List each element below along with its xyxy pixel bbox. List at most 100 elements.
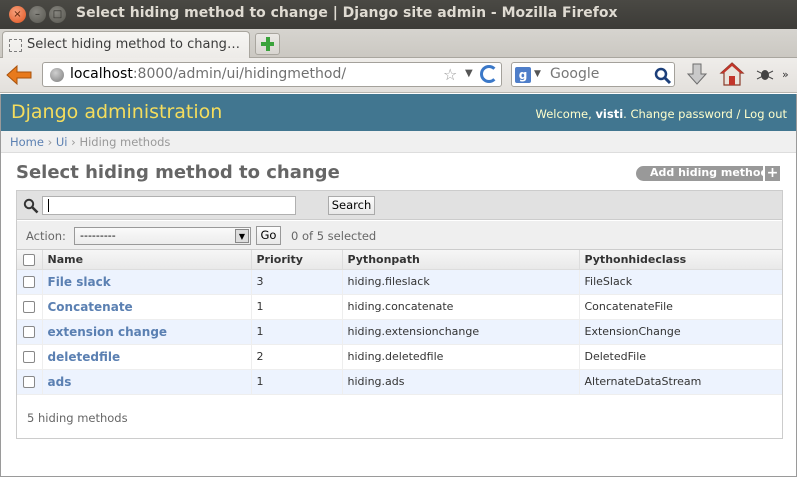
row-checkbox[interactable] bbox=[23, 326, 35, 338]
chevron-down-icon[interactable]: ▼ bbox=[235, 229, 249, 243]
search-icon bbox=[23, 198, 39, 214]
pythonhideclass-cell: FileSlack bbox=[578, 269, 782, 295]
action-select[interactable]: --------- ▼ bbox=[74, 227, 251, 245]
django-header: Django administration Welcome, visti. Ch… bbox=[0, 94, 797, 131]
window-close-button[interactable]: × bbox=[9, 6, 26, 23]
go-button[interactable]: Go bbox=[256, 226, 281, 245]
add-button-label: Add hiding method bbox=[650, 166, 769, 179]
column-header-pythonhideclass[interactable]: Pythonhideclass bbox=[578, 250, 782, 270]
search-engine-dropdown-icon[interactable]: ▼ bbox=[534, 69, 541, 79]
url-bar[interactable]: localhost:8000/admin/ui/hidingmethod/ ☆ … bbox=[42, 62, 502, 87]
table-row: Concatenate 1 hiding.concatenate Concate… bbox=[17, 294, 782, 320]
globe-icon bbox=[50, 68, 64, 82]
column-header-pythonpath[interactable]: Pythonpath bbox=[341, 250, 579, 270]
name-cell: extension change bbox=[41, 319, 251, 345]
search-button[interactable]: Search bbox=[328, 196, 375, 215]
row-select-cell bbox=[17, 344, 42, 370]
select-all-header bbox=[17, 250, 42, 270]
selection-counter: 0 of 5 selected bbox=[291, 229, 377, 243]
table-row: extension change 1 hiding.extensionchang… bbox=[17, 319, 782, 345]
name-cell: Concatenate bbox=[41, 294, 251, 320]
search-bar[interactable]: g ▼ Google bbox=[511, 62, 675, 87]
navigation-toolbar: localhost:8000/admin/ui/hidingmethod/ ☆ … bbox=[0, 58, 797, 93]
window-titlebar: × – □ Select hiding method to change | D… bbox=[0, 0, 797, 29]
pythonpath-cell: hiding.ads bbox=[341, 369, 579, 395]
back-arrow-icon[interactable] bbox=[6, 65, 32, 85]
select-all-checkbox[interactable] bbox=[23, 253, 35, 266]
tab-label: Select hiding method to chang… bbox=[27, 37, 240, 52]
priority-cell: 1 bbox=[250, 294, 342, 320]
bug-icon[interactable] bbox=[756, 67, 774, 81]
row-name-link[interactable]: extension change bbox=[48, 325, 168, 339]
row-select-cell bbox=[17, 369, 42, 395]
username: visti bbox=[595, 107, 624, 121]
priority-cell: 1 bbox=[250, 319, 342, 345]
download-icon[interactable] bbox=[686, 63, 708, 87]
search-icon[interactable] bbox=[654, 67, 672, 85]
row-select-cell bbox=[17, 269, 42, 295]
table-row: File slack 3 hiding.fileslack FileSlack bbox=[17, 269, 782, 295]
row-checkbox[interactable] bbox=[23, 301, 35, 313]
result-count: 5 hiding methods bbox=[27, 411, 128, 425]
overflow-chevron-icon[interactable]: » bbox=[782, 68, 789, 81]
add-hiding-method-button[interactable]: Add hiding method bbox=[636, 166, 780, 181]
pythonpath-cell: hiding.extensionchange bbox=[341, 319, 579, 345]
window-maximize-button[interactable]: □ bbox=[49, 6, 66, 23]
row-name-link[interactable]: Concatenate bbox=[48, 300, 133, 314]
pythonhideclass-cell: ExtensionChange bbox=[578, 319, 782, 345]
window-title: Select hiding method to change | Django … bbox=[76, 5, 618, 21]
pythonpath-cell: hiding.fileslack bbox=[341, 269, 579, 295]
reload-icon[interactable] bbox=[480, 65, 498, 83]
pythonhideclass-cell: DeletedFile bbox=[578, 344, 782, 370]
action-label: Action: bbox=[26, 229, 66, 243]
pythonhideclass-cell: AlternateDataStream bbox=[578, 369, 782, 395]
pythonpath-cell: hiding.concatenate bbox=[341, 294, 579, 320]
changelist-search-input[interactable] bbox=[42, 196, 296, 215]
paginator: 5 hiding methods bbox=[17, 395, 782, 438]
breadcrumb-separator: › bbox=[71, 135, 76, 149]
tab-strip: Select hiding method to chang… bbox=[0, 29, 797, 58]
name-cell: ads bbox=[41, 369, 251, 395]
site-brand: Django administration bbox=[11, 101, 223, 123]
row-checkbox[interactable] bbox=[23, 351, 35, 363]
user-tools-separator: / bbox=[736, 107, 741, 121]
logout-link[interactable]: Log out bbox=[744, 107, 787, 121]
row-select-cell bbox=[17, 319, 42, 345]
row-name-link[interactable]: File slack bbox=[48, 275, 111, 289]
bookmark-star-icon[interactable]: ☆ bbox=[443, 65, 457, 84]
window-minimize-button[interactable]: – bbox=[29, 6, 46, 23]
add-plus-icon[interactable]: + bbox=[763, 166, 780, 181]
browser-tab[interactable]: Select hiding method to chang… bbox=[2, 31, 250, 58]
home-icon[interactable] bbox=[719, 61, 745, 87]
row-checkbox[interactable] bbox=[23, 376, 35, 388]
search-placeholder: Google bbox=[550, 66, 600, 82]
history-dropdown-icon[interactable]: ▼ bbox=[465, 68, 473, 79]
row-select-cell bbox=[17, 294, 42, 320]
page-icon bbox=[9, 39, 22, 52]
table-row: deletedfile 2 hiding.deletedfile Deleted… bbox=[17, 344, 782, 370]
url-text: localhost:8000/admin/ui/hidingmethod/ bbox=[70, 66, 346, 82]
table-row: ads 1 hiding.ads AlternateDataStream bbox=[17, 369, 782, 395]
pythonpath-cell: hiding.deletedfile bbox=[341, 344, 579, 370]
page-title: Select hiding method to change bbox=[16, 162, 340, 183]
changelist: Search Action: --------- ▼ Go 0 of 5 sel… bbox=[16, 190, 783, 439]
name-cell: deletedfile bbox=[41, 344, 251, 370]
column-header-name[interactable]: Name bbox=[41, 250, 251, 270]
row-name-link[interactable]: deletedfile bbox=[48, 350, 121, 364]
table-header-row: Name Priority Pythonpath Pythonhideclass bbox=[17, 250, 782, 270]
breadcrumb-home-link[interactable]: Home bbox=[10, 135, 44, 149]
row-checkbox[interactable] bbox=[23, 276, 35, 288]
breadcrumb-app-link[interactable]: Ui bbox=[56, 135, 68, 149]
actions-bar: Action: --------- ▼ Go 0 of 5 selected bbox=[17, 221, 782, 250]
priority-cell: 1 bbox=[250, 369, 342, 395]
welcome-text: Welcome, bbox=[535, 107, 592, 121]
user-tools: Welcome, visti. Change password / Log ou… bbox=[535, 107, 787, 121]
results-table: Name Priority Pythonpath Pythonhideclass… bbox=[17, 250, 782, 395]
change-password-link[interactable]: Change password bbox=[630, 107, 732, 121]
breadcrumb: Home › Ui › Hiding methods bbox=[0, 131, 797, 153]
column-header-priority[interactable]: Priority bbox=[250, 250, 342, 270]
new-tab-button[interactable] bbox=[255, 33, 280, 55]
plus-icon-stem bbox=[266, 37, 270, 51]
google-icon[interactable]: g bbox=[515, 67, 531, 83]
row-name-link[interactable]: ads bbox=[48, 375, 72, 389]
